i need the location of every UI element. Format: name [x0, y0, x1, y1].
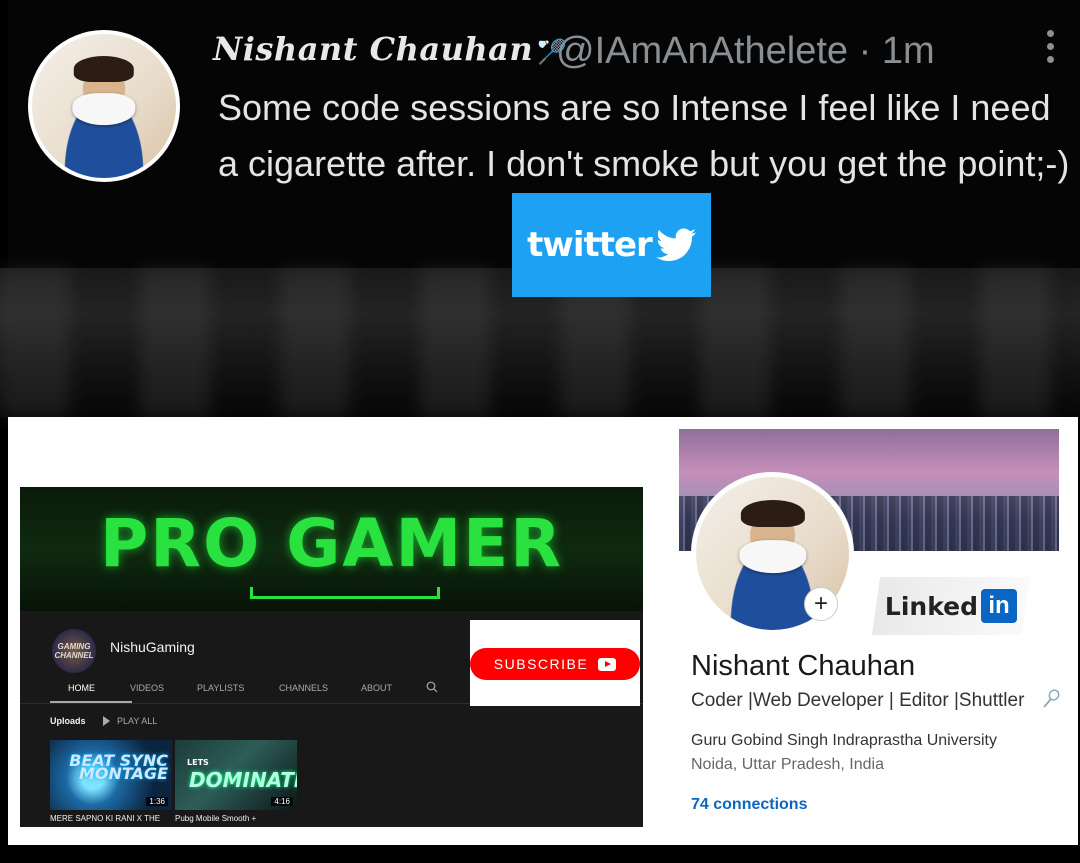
more-vertical-icon[interactable] — [1038, 30, 1062, 70]
banner-decoration — [250, 587, 440, 599]
video-title[interactable]: MERE SAPNO KI RANI X THE — [50, 814, 160, 823]
subscribe-button[interactable]: SUBSCRIBE — [470, 648, 640, 680]
search-icon[interactable] — [426, 681, 438, 693]
tweet-text: Some code sessions are so Intense I feel… — [218, 87, 1070, 184]
profile-location: Noida, Uttar Pradesh, India — [691, 756, 884, 773]
subscribe-label: SUBSCRIBE — [493, 656, 589, 672]
linkedin-in-icon: in — [981, 589, 1018, 623]
channel-name[interactable]: NishuGaming — [110, 639, 195, 655]
video-thumbnail[interactable]: BEAT SYNC MONTAGE 1:36 — [50, 740, 172, 810]
tab-playlists[interactable]: PLAYLISTS — [197, 683, 244, 693]
avatar-hair — [73, 55, 135, 82]
badminton-racket-icon — [1043, 689, 1060, 708]
banner-title: PRO GAMER — [99, 505, 564, 582]
thumbnail-title: DOMINATE — [189, 768, 297, 792]
avatar-face-mask — [72, 93, 136, 125]
video-title[interactable]: Pubg Mobile Smooth + — [175, 814, 256, 823]
profile-headline: Coder |Web Developer | Editor |Shuttler — [691, 690, 1025, 711]
avatar-face-mask — [738, 539, 807, 574]
tab-videos[interactable]: VIDEOS — [130, 683, 164, 693]
play-all-button[interactable]: PLAY ALL — [117, 716, 157, 726]
linkedin-logo: Linked in — [871, 577, 1031, 635]
tab-home[interactable]: HOME — [68, 683, 95, 693]
connections-link[interactable]: 74 connections — [691, 796, 807, 814]
tab-channels[interactable]: CHANNELS — [279, 683, 328, 693]
avatar[interactable] — [28, 30, 180, 182]
video-duration: 4:16 — [271, 797, 293, 806]
section-title: Uploads — [50, 716, 86, 726]
channel-banner: PRO GAMER — [20, 487, 643, 611]
twitter-bird-icon — [655, 228, 696, 261]
avatar-hair — [740, 499, 805, 528]
profile-education[interactable]: Guru Gobind Singh Indraprastha Universit… — [691, 732, 997, 750]
twitter-wordmark: twitter — [527, 225, 653, 265]
video-duration: 1:36 — [146, 797, 168, 806]
video-thumbnail[interactable]: LETS DOMINATE 4:16 — [175, 740, 297, 810]
channel-tabs: HOME VIDEOS PLAYLISTS CHANNELS ABOUT — [50, 673, 470, 703]
youtube-play-icon — [598, 657, 617, 671]
add-photo-button[interactable]: + — [804, 587, 838, 621]
play-icon[interactable] — [103, 716, 110, 726]
tab-about[interactable]: ABOUT — [361, 683, 392, 693]
tweet-handle-time[interactable]: @IAmAnAthelete · 1m — [556, 30, 935, 73]
linkedin-wordmark: Linked — [884, 591, 979, 621]
profile-name: Nishant Chauhan — [691, 650, 916, 682]
tweet-author-name[interactable]: Nishant Chauhan 🏸 — [213, 30, 568, 68]
thumbnail-title: BEAT SYNC MONTAGE — [69, 751, 168, 783]
subscribe-overlay: SUBSCRIBE — [470, 620, 640, 706]
thumbnail-subtitle: LETS — [187, 758, 209, 767]
channel-avatar[interactable]: GAMING CHANNEL — [52, 629, 96, 673]
twitter-logo: twitter — [512, 193, 711, 297]
